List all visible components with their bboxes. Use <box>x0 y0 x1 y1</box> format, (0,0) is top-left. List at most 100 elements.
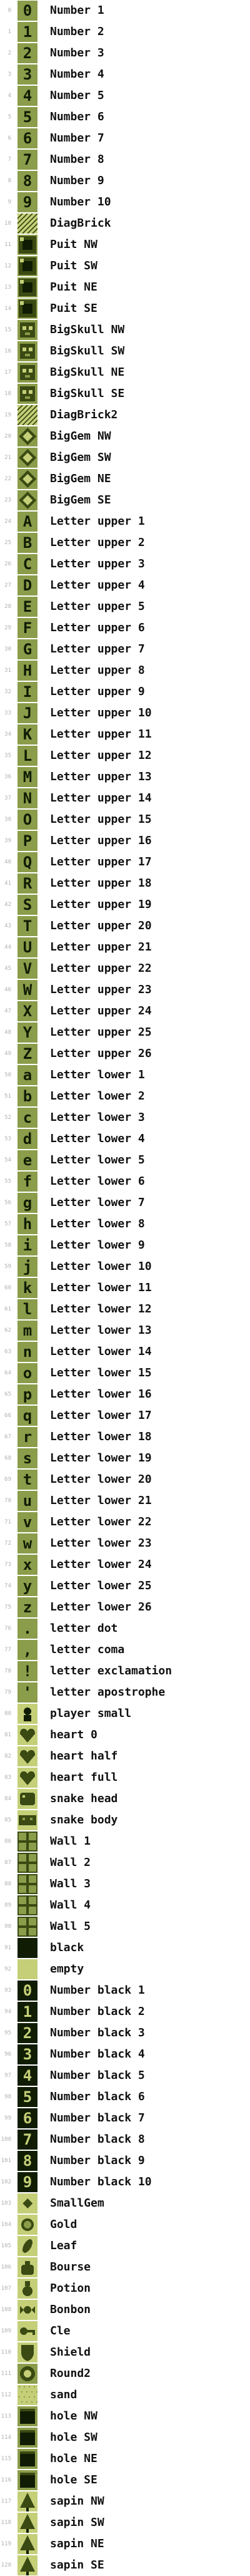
letter-icon: t <box>18 1470 38 1490</box>
tile-index: 107 <box>1 2285 11 2292</box>
tile-label: BigGem NW <box>50 430 111 443</box>
tile-index: 34 <box>4 731 11 738</box>
tile-index: 23 <box>4 497 11 503</box>
letter-icon: M <box>18 767 38 787</box>
tile-index: 37 <box>4 795 11 801</box>
tile-index: 114 <box>1 2434 11 2441</box>
tile-index: 4 <box>8 93 11 99</box>
tile-index: 31 <box>4 667 11 674</box>
list-item: 98 5 Number black 6 <box>0 2086 250 2108</box>
tile-index: 12 <box>4 263 11 269</box>
tile-label: Letter upper 16 <box>50 834 152 847</box>
letter-icon: i <box>18 1235 38 1255</box>
dark-digit-icon: 5 <box>18 2087 38 2107</box>
tile-label: Letter upper 1 <box>50 515 145 528</box>
tile-glyph: 1 <box>22 23 32 41</box>
heart-icon <box>18 1768 38 1788</box>
tile-label: Letter lower 19 <box>50 1451 152 1465</box>
letter-icon: v <box>18 1512 38 1532</box>
tile-label: hole NE <box>50 2452 98 2465</box>
tile-label: Number 3 <box>50 46 104 59</box>
tile-label: Letter lower 26 <box>50 1600 152 1614</box>
tile-label: Letter upper 7 <box>50 642 145 656</box>
tile-label: Letter lower 5 <box>50 1153 145 1167</box>
tile-glyph: P <box>22 832 32 850</box>
tile-label: Letter lower 7 <box>50 1196 145 1209</box>
tile-label: heart 0 <box>50 1728 98 1741</box>
list-item: 84 snake head <box>0 1788 250 1810</box>
tile-index: 47 <box>4 1008 11 1014</box>
list-item: 22 BigGem NE <box>0 468 250 490</box>
dark-digit-icon: 8 <box>18 2151 38 2171</box>
tile-index: 55 <box>4 1178 11 1185</box>
tile-label: Wall 4 <box>50 1899 91 1912</box>
purse-icon <box>18 2257 38 2277</box>
tile-index: 96 <box>4 2051 11 2058</box>
tile-label: Bonbon <box>50 2303 91 2316</box>
dark-digit-icon: 1 <box>18 2002 38 2022</box>
player-icon <box>18 1704 38 1724</box>
tile-glyph: 4 <box>22 87 32 105</box>
tile-index: 72 <box>4 1540 11 1547</box>
letter-icon: e <box>18 1150 38 1170</box>
list-item: 52 c Letter lower 3 <box>0 1107 250 1128</box>
tile-label: Letter upper 15 <box>50 813 152 826</box>
tile-label: Letter upper 4 <box>50 579 145 592</box>
gold-icon <box>18 2215 38 2235</box>
list-item: 120 sapin SE <box>0 2555 250 2576</box>
tile-label: Letter lower 2 <box>50 1090 145 1103</box>
list-item: 118 sapin SW <box>0 2512 250 2533</box>
tile-index: 7 <box>8 157 11 163</box>
letter-icon: U <box>18 937 38 957</box>
letter-icon: G <box>18 639 38 659</box>
list-item: 26 C Letter upper 3 <box>0 554 250 575</box>
digit-icon: 2 <box>18 43 38 63</box>
list-item: 25 B Letter upper 2 <box>0 532 250 554</box>
tile-index: 115 <box>1 2456 11 2462</box>
tile-index: 67 <box>4 1434 11 1440</box>
list-item: 91 black <box>0 1937 250 1959</box>
tile-label: Letter upper 24 <box>50 1004 152 1018</box>
list-item: 54 e Letter lower 5 <box>0 1150 250 1171</box>
list-item: 105 Leaf <box>0 2235 250 2257</box>
tile-index: 56 <box>4 1200 11 1206</box>
tile-glyph: S <box>22 896 32 914</box>
tile-index: 113 <box>1 2413 11 2419</box>
shield-icon <box>18 2342 38 2362</box>
tile-index: 75 <box>4 1604 11 1610</box>
tile-index: 24 <box>4 518 11 525</box>
digit-icon: 9 <box>18 192 38 212</box>
tile-label: Wall 3 <box>50 1877 91 1890</box>
hole-icon <box>18 2449 38 2469</box>
list-item: 15 BigSkull NW <box>0 319 250 341</box>
list-item: 14 Puit SE <box>0 298 250 319</box>
tile-index: 43 <box>4 923 11 929</box>
list-item: 115 hole NE <box>0 2448 250 2470</box>
list-item: 37 N Letter upper 14 <box>0 788 250 809</box>
tile-label: Number black 4 <box>50 2048 145 2061</box>
tile-label: Letter lower 25 <box>50 1579 152 1592</box>
letter-icon: B <box>18 533 38 553</box>
tile-index: 9 <box>8 199 11 205</box>
tile-glyph: J <box>22 704 32 722</box>
tile-index: 98 <box>4 2094 11 2100</box>
tile-index: 14 <box>4 306 11 312</box>
tile-glyph: n <box>22 1343 32 1361</box>
tile-index: 89 <box>4 1902 11 1909</box>
digit-icon: 0 <box>18 1 38 21</box>
list-item: 27 D Letter upper 4 <box>0 575 250 596</box>
letter-icon: V <box>18 959 38 979</box>
tile-label: Letter upper 18 <box>50 877 152 890</box>
tile-index: 36 <box>4 774 11 780</box>
tile-label: hole SE <box>50 2473 98 2486</box>
letter-icon: h <box>18 1214 38 1234</box>
tile-glyph: F <box>22 619 32 637</box>
list-item: 3 3 Number 4 <box>0 64 250 85</box>
tile-index: 90 <box>4 1924 11 1930</box>
tile-index: 42 <box>4 902 11 908</box>
tile-glyph: . <box>22 1620 32 1637</box>
list-item: 114 hole SW <box>0 2427 250 2448</box>
tile-glyph: w <box>22 1535 32 1552</box>
letter-icon: C <box>18 554 38 574</box>
tile-glyph: X <box>22 1002 32 1020</box>
